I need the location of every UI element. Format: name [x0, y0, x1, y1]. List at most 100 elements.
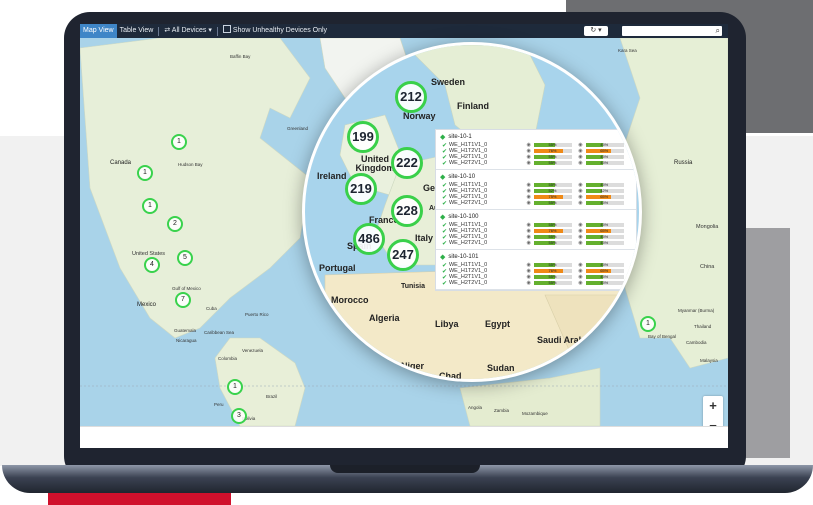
unhealthy-filter[interactable]: Show Unhealthy Devices Only — [220, 24, 330, 38]
memory-usage-bar: 45% — [586, 274, 624, 279]
device-name: WE_H2T2V1_0 — [448, 280, 488, 286]
site-header[interactable]: ◆ site-10-100 — [436, 212, 636, 222]
country-label: Algeria — [369, 313, 400, 323]
country-label: Ireland — [317, 171, 347, 181]
device-cluster-pin[interactable]: 7 — [175, 292, 191, 308]
site-diamond-icon: ◆ — [440, 174, 446, 181]
cpu-usage-bar: 55% — [534, 262, 573, 267]
map-label: Zambia — [494, 408, 510, 413]
device-cluster-pin[interactable]: 3 — [231, 408, 247, 424]
site-header[interactable]: ◆ site-10-10 — [436, 172, 636, 182]
map-label: Gulf of Mexico — [172, 286, 201, 291]
device-row[interactable]: ✔ WE_H2T2V1_0 ◉ 55% ◉ 45% — [436, 160, 636, 167]
memory-gauge-icon: ◉ — [578, 200, 583, 206]
cpu-usage-value: 75% — [548, 194, 557, 199]
memory-usage-value: 45% — [600, 154, 609, 159]
country-label: Tunisia — [401, 283, 425, 290]
memory-usage-value: 65% — [600, 148, 609, 153]
tab-table-view[interactable]: Table View — [117, 24, 157, 38]
device-cluster[interactable]: 247 — [387, 239, 419, 271]
devices-dropdown[interactable]: ⇄ All Devices ▾ — [161, 24, 215, 38]
cpu-usage-value: 55% — [548, 160, 557, 165]
map-label: Canada — [110, 160, 132, 166]
map-toolbar: Map View Table View ⇄ All Devices ▾ Show… — [80, 24, 728, 38]
memory-usage-value: 65% — [600, 194, 609, 199]
cpu-usage-bar: 55% — [534, 280, 573, 285]
site-group: ◆ site-10-101 ✔ WE_H1T1V1_0 ◉ 55% ◉ 45% ✔ WE_H1T2… — [436, 250, 636, 290]
site-diamond-icon: ◆ — [440, 134, 446, 141]
check-circle-icon: ✔ — [442, 280, 448, 287]
map-label: Colombia — [218, 356, 238, 361]
device-cluster[interactable]: 222 — [391, 147, 423, 179]
map-label: Angola — [468, 405, 483, 410]
device-cluster-pin[interactable]: 1 — [640, 316, 656, 332]
site-header[interactable]: ◆ site-10-1 — [436, 132, 636, 142]
memory-usage-value: 45% — [600, 142, 609, 147]
tab-map-view[interactable]: Map View — [80, 24, 117, 38]
site-name: site-10-100 — [448, 214, 479, 220]
laptop-hinge-notch — [330, 465, 480, 473]
memory-usage-value: 45% — [600, 222, 609, 227]
country-label: United Kingdom — [355, 154, 395, 173]
device-row[interactable]: ✔ WE_H2T2V1_0 ◉ 55% ◉ 45% — [436, 280, 636, 287]
device-cluster[interactable]: 199 — [347, 121, 379, 153]
device-cluster-pin[interactable]: 2 — [167, 216, 183, 232]
site-header[interactable]: ◆ site-10-101 — [436, 252, 636, 262]
memory-usage-bar: 45% — [586, 240, 624, 245]
map-label: Caribbean Sea — [204, 330, 235, 335]
memory-usage-value: 42% — [600, 188, 609, 193]
map-label: Puerto Rico — [245, 312, 269, 317]
cpu-gauge-icon: ◉ — [526, 280, 531, 286]
device-cluster[interactable]: 212 — [395, 81, 427, 113]
zoom-in-button[interactable]: + — [703, 396, 723, 416]
cpu-usage-value: 52% — [548, 188, 557, 193]
site-health-panel: ◆ site-10-1 ✔ WE_H1T1V1_0 ◉ 55% ◉ 45% ✔ WE_H1T2V1… — [435, 129, 637, 291]
device-row[interactable]: ✔ WE_H2T2V1_0 ◉ 55% ◉ 45% — [436, 240, 636, 247]
device-name: WE_H2T2V1_0 — [448, 240, 488, 246]
site-group: ◆ site-10-1 ✔ WE_H1T1V1_0 ◉ 55% ◉ 45% ✔ WE_H1T2V1… — [436, 130, 636, 170]
check-circle-icon: ✔ — [442, 160, 448, 167]
cpu-usage-bar: 55% — [534, 154, 573, 159]
device-cluster-pin[interactable]: 1 — [171, 134, 187, 150]
unhealthy-filter-label: Show Unhealthy Devices Only — [232, 27, 328, 34]
cpu-gauge-icon: ◉ — [526, 200, 531, 206]
memory-usage-value: 45% — [600, 240, 609, 245]
refresh-button[interactable]: ↻ ▾ — [584, 26, 608, 36]
device-cluster-pin[interactable]: 1 — [142, 198, 158, 214]
country-label: Italy — [415, 233, 434, 243]
cpu-usage-value: 55% — [548, 154, 557, 159]
device-name: WE_H2T2V1_0 — [448, 200, 488, 206]
device-cluster-pin[interactable]: 1 — [227, 379, 243, 395]
map-label: Malaysia — [700, 358, 718, 363]
device-cluster-pin[interactable]: 4 — [144, 257, 160, 273]
device-cluster[interactable]: 219 — [345, 173, 377, 205]
device-row[interactable]: ✔ WE_H2T2V1_0 ◉ 55% ◉ 45% — [436, 200, 636, 207]
device-cluster-pin[interactable]: 1 — [137, 165, 153, 181]
chevron-down-icon: ▾ — [208, 27, 212, 34]
device-cluster[interactable]: 486 — [353, 223, 385, 255]
memory-usage-bar: 65% — [586, 194, 624, 199]
map-label: Hudson Bay — [178, 162, 203, 167]
refresh-icon: ↻ ▾ — [590, 27, 602, 34]
device-cluster-pin[interactable]: 5 — [177, 250, 193, 266]
zoom-out-button[interactable]: − — [703, 416, 723, 426]
memory-usage-bar: 65% — [586, 268, 624, 273]
memory-usage-value: 45% — [600, 274, 609, 279]
memory-usage-value: 45% — [600, 200, 609, 205]
site-group: ◆ site-10-10 ✔ WE_H1T1V1_0 ◉ 55% ◉ 45% ✔ WE_H1T2V… — [436, 170, 636, 210]
map-label: United States — [132, 251, 166, 257]
memory-usage-bar: 45% — [586, 222, 624, 227]
country-label: Portugal — [319, 263, 356, 273]
search-input[interactable]: ⌕ — [622, 26, 722, 36]
device-cluster[interactable]: 228 — [391, 195, 423, 227]
memory-usage-value: 65% — [600, 228, 609, 233]
country-label: Sweden — [431, 77, 466, 87]
memory-usage-bar: 65% — [586, 148, 624, 153]
unhealthy-checkbox[interactable] — [222, 25, 231, 33]
map-label: Cuba — [206, 306, 217, 311]
map-label: Peru — [214, 402, 224, 407]
cpu-usage-bar: 55% — [534, 160, 573, 165]
cpu-usage-bar: 55% — [534, 182, 573, 187]
cpu-gauge-icon: ◉ — [526, 240, 531, 246]
zoom-control: + − — [703, 396, 723, 426]
